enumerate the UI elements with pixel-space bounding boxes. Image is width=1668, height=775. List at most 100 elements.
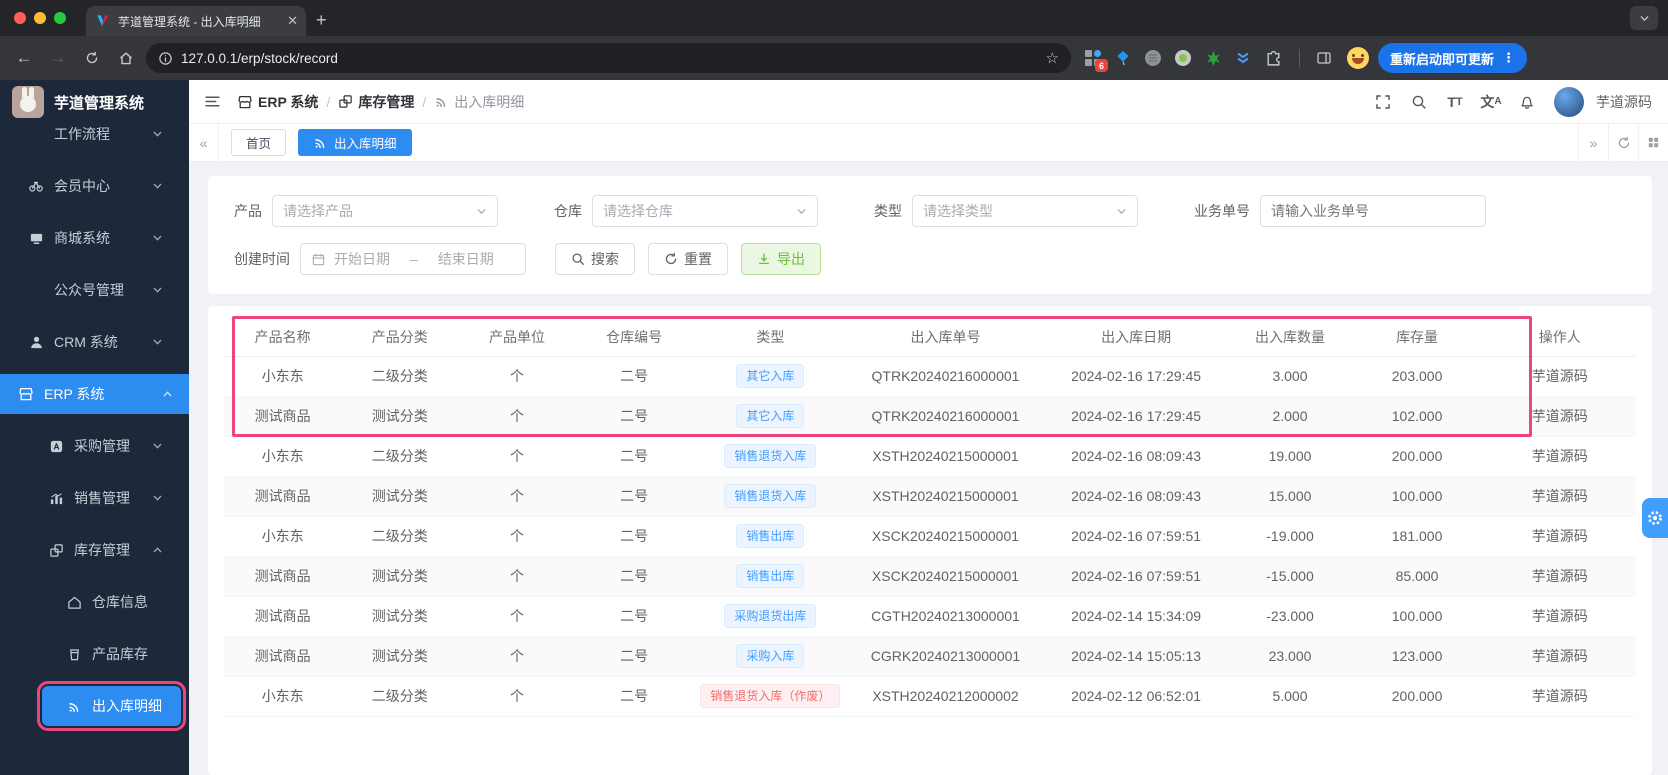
url-bar[interactable]: 127.0.0.1/erp/stock/record ☆: [146, 43, 1071, 73]
sidebar-nav: 工作流程会员中心商城系统公众号管理 CRM 系统 ERP 系统 采购管理销售管理库存管…: [0, 124, 189, 775]
type-select[interactable]: 请选择类型: [912, 195, 1138, 227]
collapse-sidebar-icon[interactable]: [197, 87, 227, 117]
sidebar-item[interactable]: 商城系统: [10, 218, 179, 258]
breadcrumb-item: 出入库明细: [434, 92, 524, 112]
cell-date: 2024-02-16 07:59:51: [1042, 556, 1230, 597]
type-tag: 其它入库: [736, 404, 805, 428]
sidebar-item-label: 产品库存: [92, 646, 148, 662]
bizno-input[interactable]: [1260, 195, 1486, 227]
sidebar-item-label: 库存管理: [74, 542, 130, 558]
table-row: 测试商品 测试分类个二号 采购入库 CGRK20240213000001 2024-02…: [224, 636, 1636, 677]
cell-unit: 个: [458, 516, 576, 557]
extension-kite-icon[interactable]: [1113, 48, 1133, 68]
type-tag: 销售退货入库: [724, 444, 817, 468]
tab-search-button[interactable]: [1630, 6, 1658, 30]
product-select[interactable]: 请选择产品: [272, 195, 498, 227]
fullscreen-icon[interactable]: [1368, 87, 1398, 117]
app-logo[interactable]: 芋道管理系统: [0, 80, 189, 124]
cell-product: 测试商品: [224, 396, 342, 437]
app-title: 芋道管理系统: [54, 94, 145, 112]
breadcrumb-item[interactable]: ERP 系统: [237, 92, 318, 112]
extension-star-icon[interactable]: [1203, 48, 1223, 68]
extension-green-dot-icon[interactable]: [1173, 48, 1193, 68]
browser-update-button[interactable]: 重新启动即可更新 ⋮: [1378, 43, 1528, 73]
locale-icon[interactable]: 文A: [1476, 87, 1506, 117]
maximize-window-button[interactable]: [54, 12, 66, 24]
cell-order_no: XSTH20240212000002: [848, 676, 1043, 717]
extensions-puzzle-icon[interactable]: [1263, 48, 1283, 68]
cell-type: 采购入库: [692, 636, 849, 677]
site-info-icon[interactable]: [158, 51, 173, 66]
search-icon[interactable]: [1404, 87, 1434, 117]
extension-gray-circle-icon[interactable]: [1143, 48, 1163, 68]
extension-chevrons-icon[interactable]: [1233, 48, 1253, 68]
reset-button[interactable]: 重置: [648, 243, 728, 275]
created-filter-label: 创建时间: [234, 251, 290, 267]
theme-settings-button[interactable]: [1642, 498, 1668, 538]
page-tab[interactable]: 出入库明细: [298, 129, 412, 156]
cell-product: 测试商品: [224, 476, 342, 517]
forward-button[interactable]: →: [44, 44, 72, 72]
cell-type: 销售退货入库: [692, 476, 849, 517]
user-avatar[interactable]: [1554, 86, 1584, 117]
cell-stock: 181.000: [1350, 516, 1484, 557]
tabs-scroll-right-icon[interactable]: »: [1578, 124, 1608, 161]
emoji-extension-icon[interactable]: [1344, 44, 1372, 72]
sidebar-item[interactable]: CRM 系统: [10, 322, 179, 362]
cell-warehouse: 二号: [575, 356, 693, 397]
page-tab-label: 首页: [246, 137, 272, 151]
sidebar-item[interactable]: 库存管理: [10, 530, 179, 570]
cell-date: 2024-02-16 08:09:43: [1042, 476, 1230, 517]
sidebar-item[interactable]: 会员中心: [10, 166, 179, 206]
bookmark-star-icon[interactable]: ☆: [1046, 49, 1059, 67]
type-tag: 销售退货入库（作废）: [700, 684, 841, 708]
record-icon: [434, 94, 449, 109]
chevron-down-icon: [796, 206, 807, 217]
sidebar-item[interactable]: 公众号管理: [10, 270, 179, 310]
back-button[interactable]: ←: [10, 44, 38, 72]
cell-order_no: XSCK20240215000001: [848, 556, 1043, 597]
sidebar-item-label: 商城系统: [54, 230, 110, 246]
sidebar-item[interactable]: 工作流程: [10, 124, 179, 154]
cell-product: 小东东: [224, 676, 342, 717]
minimize-window-button[interactable]: [34, 12, 46, 24]
cell-order_no: XSTH20240215000001: [848, 436, 1043, 477]
tabs-refresh-icon[interactable]: [1608, 124, 1638, 161]
tabs-layout-icon[interactable]: [1638, 124, 1668, 161]
side-panel-icon[interactable]: [1310, 44, 1338, 72]
logo-avatar: [12, 86, 44, 118]
close-window-button[interactable]: [14, 12, 26, 24]
extension-grid-icon[interactable]: 6: [1083, 48, 1108, 72]
sidebar-item[interactable]: 出入库明细: [37, 681, 186, 731]
new-tab-button[interactable]: +: [316, 10, 327, 31]
cell-unit: 个: [458, 356, 576, 397]
sidebar-item[interactable]: 采购管理: [10, 426, 179, 466]
url-text: 127.0.0.1/erp/stock/record: [181, 50, 338, 66]
notification-bell-icon[interactable]: [1512, 87, 1542, 117]
font-size-icon[interactable]: TT: [1440, 87, 1470, 117]
sidebar-item[interactable]: 仓库信息: [10, 582, 179, 622]
page-tab[interactable]: 首页: [231, 129, 287, 156]
browser-tab[interactable]: 芋道管理系统 - 出入库明细 ✕: [86, 6, 306, 36]
search-button[interactable]: 搜索: [555, 243, 635, 275]
extension-badge: 6: [1095, 59, 1108, 72]
sidebar-item[interactable]: 产品库存: [10, 634, 179, 674]
cell-warehouse: 二号: [575, 636, 693, 677]
tab-close-icon[interactable]: ✕: [287, 13, 298, 29]
extensions-cluster: 6: [1077, 48, 1289, 72]
cell-category: 二级分类: [341, 516, 459, 557]
reload-button[interactable]: [78, 44, 106, 72]
home-button[interactable]: [112, 44, 140, 72]
sidebar-item[interactable]: 销售管理: [10, 478, 179, 518]
breadcrumb-item[interactable]: 库存管理: [338, 92, 414, 112]
sidebar-item[interactable]: ERP 系统: [0, 374, 189, 414]
browser-menu-icon[interactable]: ⋮: [1502, 50, 1515, 66]
tabs-scroll-left-icon[interactable]: «: [189, 124, 219, 161]
date-range-picker[interactable]: 开始日期 – 结束日期: [300, 243, 526, 275]
cell-date: 2024-02-12 06:52:01: [1042, 676, 1230, 717]
cell-order_no: XSTH20240215000001: [848, 476, 1043, 517]
purchase-icon: [48, 438, 64, 454]
cell-category: 二级分类: [341, 436, 459, 477]
warehouse-select[interactable]: 请选择仓库: [592, 195, 818, 227]
export-button[interactable]: 导出: [741, 243, 821, 275]
